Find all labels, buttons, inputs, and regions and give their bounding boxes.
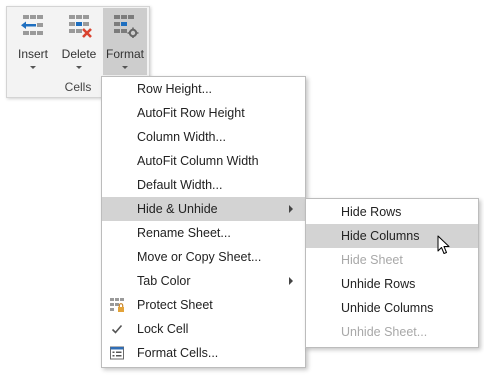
menu-item-label: Move or Copy Sheet... [137,250,262,264]
menu-item-label: AutoFit Row Height [137,106,245,120]
format-dropdown-caret-icon [122,66,128,69]
menu-item-label: Unhide Sheet... [341,325,428,339]
insert-button[interactable]: Insert [11,8,55,75]
menu-item-rename-sheet[interactable]: Rename Sheet... [102,221,305,245]
delete-dropdown-caret-icon [76,66,82,69]
hide-unhide-submenu: Hide Rows Hide Columns Hide Sheet Unhide… [305,198,479,348]
submenu-item-unhide-rows[interactable]: Unhide Rows [306,272,478,296]
format-label: Format [105,47,144,61]
delete-label: Delete [61,47,97,61]
menu-item-tab-color[interactable]: Tab Color [102,269,305,293]
insert-label: Insert [17,47,48,61]
menu-item-label: Hide Rows [341,205,402,219]
submenu-item-hide-rows[interactable]: Hide Rows [306,200,478,224]
menu-item-label: Protect Sheet [137,298,213,312]
submenu-item-unhide-columns[interactable]: Unhide Columns [306,296,478,320]
menu-item-autofit-column-width[interactable]: AutoFit Column Width [102,149,305,173]
menu-item-hide-unhide[interactable]: Hide & Unhide [102,197,305,221]
menu-item-label: AutoFit Column Width [137,154,259,168]
delete-button[interactable]: Delete [57,8,101,75]
delete-cells-icon [69,15,92,38]
menu-item-move-or-copy-sheet[interactable]: Move or Copy Sheet... [102,245,305,269]
submenu-item-unhide-sheet: Unhide Sheet... [306,320,478,344]
menu-item-label: Tab Color [137,274,191,288]
format-cells-dialog-icon [110,346,124,360]
insert-cells-icon [21,15,43,35]
submenu-arrow-icon [289,205,293,213]
submenu-item-hide-sheet: Hide Sheet [306,248,478,272]
menu-item-protect-sheet[interactable]: Protect Sheet [102,293,305,317]
submenu-arrow-icon [289,277,293,285]
menu-item-label: Unhide Columns [341,301,434,315]
format-cells-icon [114,15,139,38]
protect-sheet-icon [110,298,124,312]
menu-item-label: Hide Sheet [341,253,403,267]
menu-item-column-width[interactable]: Column Width... [102,125,305,149]
menu-item-default-width[interactable]: Default Width... [102,173,305,197]
menu-item-format-cells[interactable]: Format Cells... [102,341,305,365]
menu-item-lock-cell[interactable]: Lock Cell [102,317,305,341]
menu-item-label: Column Width... [137,130,226,144]
format-button[interactable]: Format [103,8,147,75]
format-dropdown-menu: Row Height... AutoFit Row Height Column … [101,76,306,368]
menu-item-label: Default Width... [137,178,223,192]
menu-item-label: Lock Cell [137,322,189,336]
menu-item-label: Rename Sheet... [137,226,231,240]
submenu-item-hide-columns[interactable]: Hide Columns [306,224,478,248]
menu-item-label: Hide & Unhide [137,202,218,216]
menu-item-label: Unhide Rows [341,277,416,291]
menu-item-label: Hide Columns [341,229,420,243]
menu-item-autofit-row-height[interactable]: AutoFit Row Height [102,101,305,125]
menu-item-label: Row Height... [137,82,213,96]
menu-item-label: Format Cells... [137,346,219,360]
menu-item-row-height[interactable]: Row Height... [102,77,305,101]
mouse-pointer-icon [437,235,450,254]
insert-dropdown-caret-icon [30,66,36,69]
checkmark-icon [111,324,123,334]
